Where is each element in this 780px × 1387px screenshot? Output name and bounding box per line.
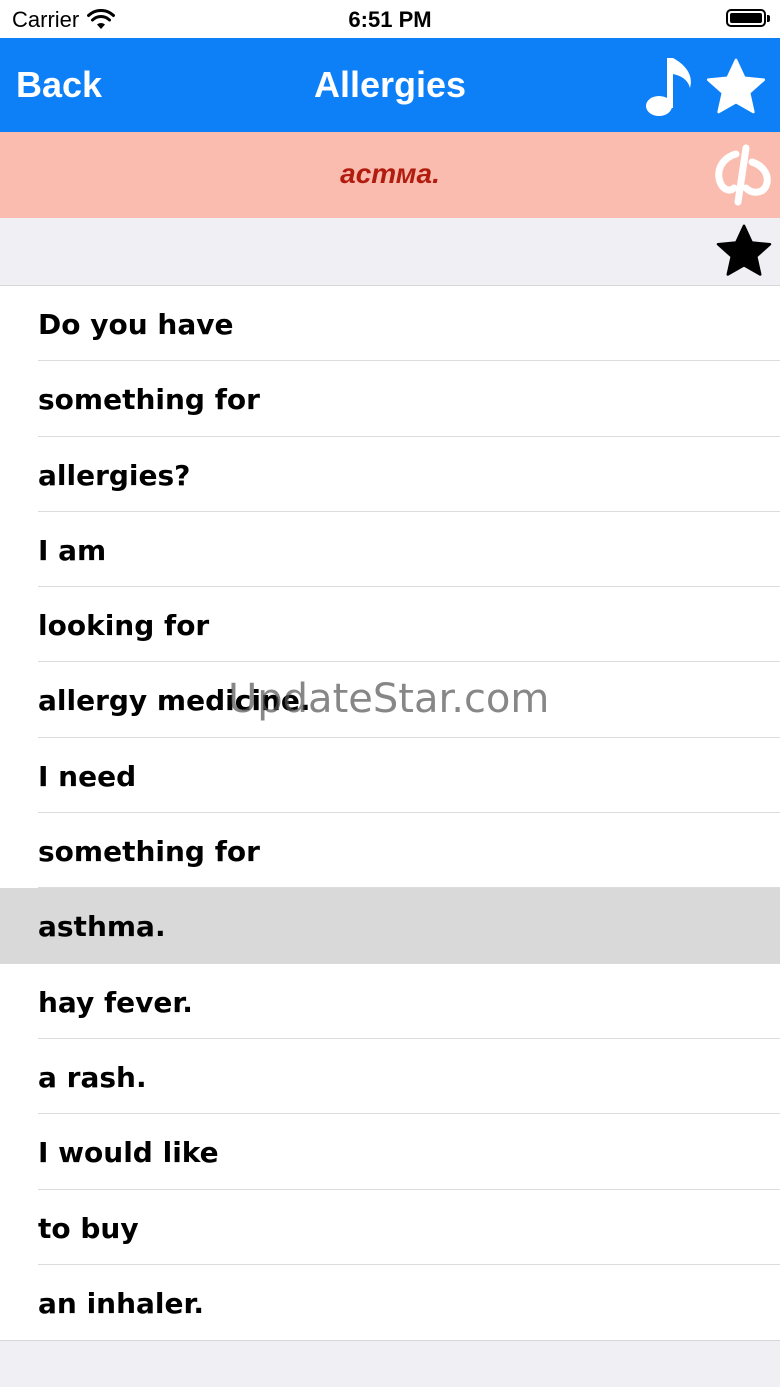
list-item-label: I would like (38, 1136, 219, 1170)
favorite-bar (0, 218, 780, 285)
list-item-label: I need (38, 759, 137, 793)
list-item[interactable]: I am (0, 512, 780, 588)
list-item[interactable]: looking for (0, 587, 780, 663)
star-icon[interactable] (714, 222, 774, 282)
phi-logo-icon (715, 144, 771, 206)
list-item-label: a rash. (38, 1060, 147, 1094)
list-item[interactable]: I need (0, 738, 780, 814)
list-item-label: looking for (38, 609, 210, 643)
list-item-label: something for (38, 383, 260, 417)
list-item-label: to buy (38, 1211, 139, 1245)
battery-level (730, 13, 762, 23)
list-item[interactable]: an inhaler. (0, 1265, 780, 1340)
phrase-list: Do you have something for allergies? I a… (0, 285, 780, 1342)
translation-text: астма. (340, 158, 440, 189)
list-item[interactable]: allergies? (0, 437, 780, 512)
list-item-label: I am (38, 533, 107, 567)
list-item[interactable]: something for (0, 361, 780, 437)
status-bar: Carrier 6:51 PM (0, 0, 780, 38)
list-item-label: hay fever. (38, 985, 193, 1019)
nav-bar: Back Allergies (0, 38, 780, 132)
star-icon[interactable] (704, 56, 768, 120)
list-item[interactable]: a rash. (0, 1039, 780, 1115)
list-item-label: allergy medicine. (38, 684, 311, 718)
music-note-icon[interactable] (642, 52, 698, 120)
list-item-label: something for (38, 835, 260, 869)
list-item[interactable]: allergy medicine. (0, 662, 780, 738)
back-button[interactable]: Back (16, 64, 102, 106)
status-time: 6:51 PM (348, 7, 432, 32)
list-item-label: Do you have (38, 308, 234, 341)
list-item[interactable]: Do you have (0, 286, 780, 362)
list-item-label: asthma. (38, 910, 166, 944)
list-item[interactable]: something for (0, 813, 780, 889)
list-item[interactable]: to buy (0, 1190, 780, 1265)
list-item-label: allergies? (38, 458, 191, 492)
list-item[interactable]: hay fever. (0, 964, 780, 1039)
list-item[interactable]: asthma. (0, 888, 780, 964)
list-item-label: an inhaler. (38, 1286, 204, 1320)
list-item[interactable]: I would like (0, 1114, 780, 1190)
translation-banner: астма. (0, 132, 780, 218)
battery-icon (726, 9, 770, 27)
